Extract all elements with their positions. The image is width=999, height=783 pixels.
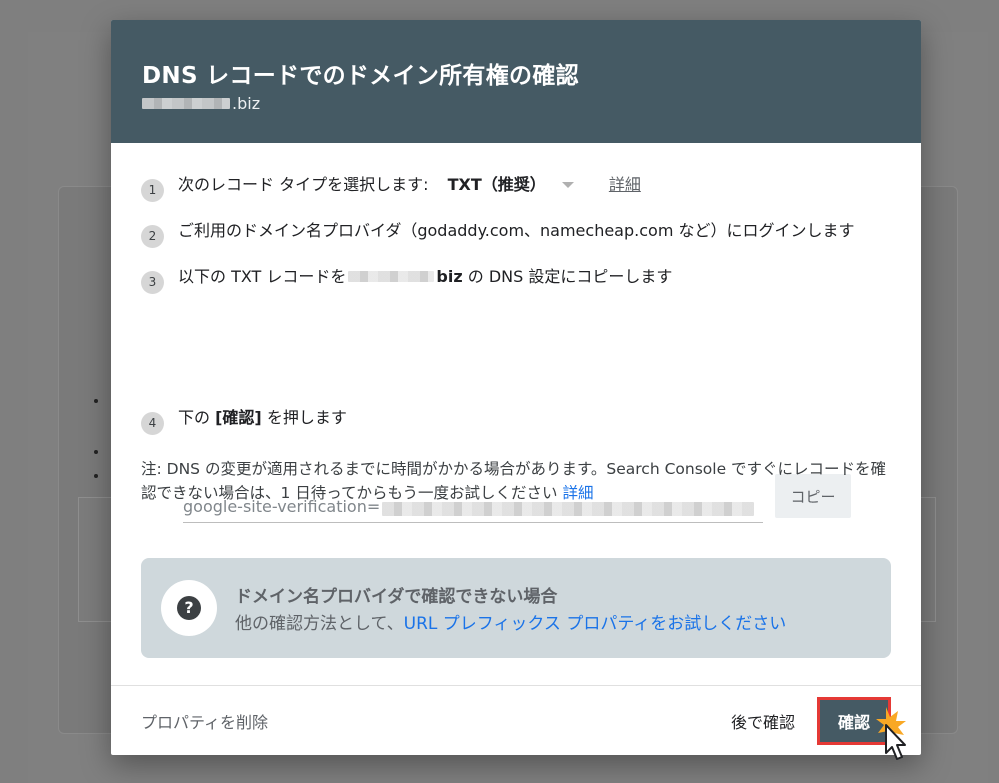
domain-suffix: .biz [232, 94, 261, 113]
help-circle: ? [161, 580, 217, 636]
background-bullet [94, 450, 98, 454]
dialog-footer: プロパティを削除 後で確認 確認 [111, 685, 921, 755]
step-1: 1 次のレコード タイプを選択します: TXT（推奨） 詳細 [141, 173, 891, 202]
domain-suffix: biz [436, 267, 463, 286]
step-number: 3 [141, 271, 164, 294]
alternative-method-box: ? ドメイン名プロバイダで確認できない場合 他の確認方法として、URL プレフィ… [141, 558, 891, 658]
step-2: 2 ご利用のドメイン名プロバイダ（godaddy.com、namecheap.c… [141, 219, 891, 248]
alt-text: 他の確認方法として、URL プレフィックス プロパティをお試しください [235, 614, 787, 634]
note-details-link[interactable]: 詳細 [562, 484, 593, 502]
record-type-value: TXT（推奨） [447, 175, 546, 194]
background-bullet [94, 399, 98, 403]
url-prefix-link[interactable]: URL プレフィックス プロパティをお試しください [404, 614, 787, 634]
step-3-text: 以下の TXT レコードを [178, 267, 347, 286]
confirm-reference: [確認] [215, 408, 262, 427]
step-number: 4 [141, 412, 164, 435]
dialog-header: DNS レコードでのドメイン所有権の確認 .biz [111, 20, 921, 143]
dns-verification-dialog: DNS レコードでのドメイン所有権の確認 .biz 1 次のレコード タイプを選… [111, 20, 921, 755]
redacted-domain [348, 271, 435, 282]
dialog-title: DNS レコードでのドメイン所有権の確認 [142, 63, 579, 89]
step-3: 3 以下の TXT レコードを biz の DNS 設定にコピーします [141, 265, 891, 294]
propagation-note: 注: DNS の変更が適用されるまでに時間がかかる場合があります。Search … [141, 460, 887, 502]
step-number: 1 [141, 179, 164, 202]
details-link[interactable]: 詳細 [609, 175, 641, 194]
verify-later-button[interactable]: 後で確認 [731, 709, 795, 733]
dialog-body: 1 次のレコード タイプを選択します: TXT（推奨） 詳細 2 ご利用のドメイ… [111, 143, 921, 685]
dropdown-arrow-icon [561, 182, 574, 188]
step-number: 2 [141, 225, 164, 248]
record-type-select[interactable]: TXT（推奨） [448, 173, 604, 197]
mouse-cursor-icon [876, 707, 906, 760]
question-icon: ? [177, 596, 201, 620]
delete-property-button[interactable]: プロパティを削除 [141, 709, 268, 733]
alt-title: ドメイン名プロバイダで確認できない場合 [235, 587, 558, 607]
step-3-text-after: の DNS 設定にコピーします [462, 267, 673, 286]
background-bullet [94, 474, 98, 478]
step-4: 4 下の [確認] を押します [141, 406, 347, 435]
step-2-text: ご利用のドメイン名プロバイダ（godaddy.com、namecheap.com… [178, 221, 855, 240]
step-1-text: 次のレコード タイプを選択します: [178, 175, 429, 194]
dialog-subtitle: .biz [142, 94, 889, 113]
redacted-domain [142, 98, 230, 109]
